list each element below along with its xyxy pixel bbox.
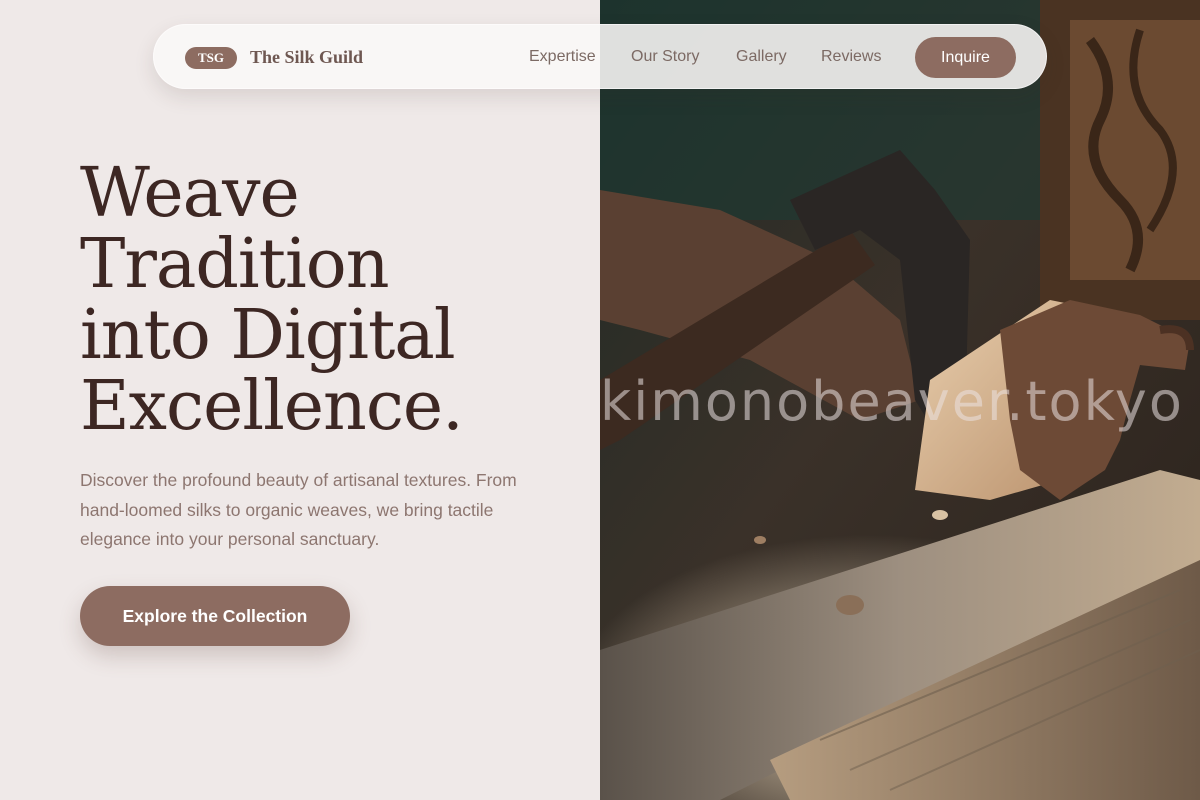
explore-collection-button[interactable]: Explore the Collection: [80, 586, 350, 646]
brand-badge[interactable]: TSG: [185, 47, 237, 69]
hero-title-line: Excellence.: [80, 367, 464, 446]
nav-link-reviews[interactable]: Reviews: [821, 47, 881, 67]
hero-photo: kimonobeaver.tokyo: [600, 0, 1200, 800]
nav-link-expertise[interactable]: Expertise: [529, 47, 596, 67]
page: kimonobeaver.tokyo TSG The Silk Guild Ex…: [0, 0, 1200, 800]
hero-subtitle: Discover the profound beauty of artisana…: [80, 470, 517, 549]
watermark-text: kimonobeaver.tokyo: [600, 370, 1184, 433]
hero-title-line: into Digital: [80, 296, 456, 375]
hero-title-line: Tradition: [80, 225, 390, 304]
nav-bar: TSG The Silk Guild Expertise Our Story G…: [153, 24, 1047, 89]
hero-title-line: Weave: [80, 154, 300, 233]
hero-title: Weave Tradition into Digital Excellence.: [80, 158, 580, 442]
brand-name[interactable]: The Silk Guild: [250, 45, 363, 69]
nav-link-gallery[interactable]: Gallery: [736, 47, 787, 67]
inquire-button[interactable]: Inquire: [915, 37, 1016, 78]
nav-link-our-story[interactable]: Our Story: [631, 47, 699, 67]
